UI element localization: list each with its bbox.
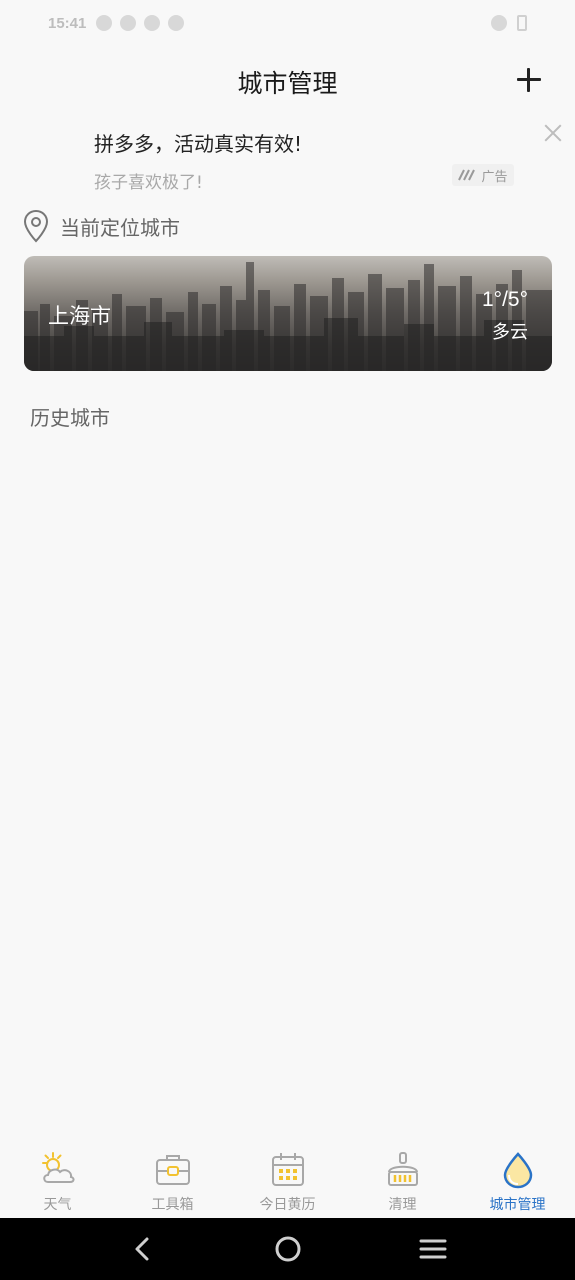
sun-cloud-icon xyxy=(41,1152,74,1183)
header: 城市管理 xyxy=(0,52,575,108)
city-temperature: 1°/5° xyxy=(482,288,528,311)
city-condition: 多云 xyxy=(492,322,528,343)
back-icon[interactable] xyxy=(126,1232,160,1266)
broom-icon xyxy=(387,1152,418,1186)
ad-subtitle: 孩子喜欢极了! xyxy=(94,173,203,193)
location-pin-icon xyxy=(23,209,49,243)
ad-badge-label: 广告 xyxy=(481,169,508,185)
tab-label: 城市管理 xyxy=(489,1197,546,1213)
bottom-tab-bar: 天气 工具箱 今日黄历 清理 城市管理 xyxy=(0,1140,575,1218)
close-icon[interactable] xyxy=(542,122,564,144)
status-notification-icons xyxy=(96,15,185,31)
page-title: 城市管理 xyxy=(237,69,338,98)
ad-logo-icon xyxy=(458,169,476,181)
status-bar: 15:41 xyxy=(0,0,575,46)
city-name: 上海市 xyxy=(48,304,111,328)
history-cities-label: 历史城市 xyxy=(30,406,110,430)
current-city-card[interactable]: 上海市 1°/5° 多云 xyxy=(24,256,552,371)
notification-icon xyxy=(144,15,161,31)
notification-icon xyxy=(96,15,113,31)
tab-label: 工具箱 xyxy=(151,1197,194,1213)
tab-city-management[interactable]: 城市管理 xyxy=(460,1140,575,1218)
battery-icon xyxy=(517,15,527,31)
calendar-icon xyxy=(271,1153,304,1186)
ad-banner[interactable]: 拼多多，活动真实有效! 孩子喜欢极了! 广告 xyxy=(0,118,575,198)
add-city-button[interactable] xyxy=(513,64,545,96)
menu-icon[interactable] xyxy=(416,1232,450,1266)
tab-label: 清理 xyxy=(388,1197,417,1213)
current-location-header: 当前定位城市 xyxy=(22,208,180,244)
notification-icon xyxy=(120,15,137,31)
status-time: 15:41 xyxy=(48,14,87,32)
tab-clean[interactable]: 清理 xyxy=(345,1140,460,1218)
notification-icon xyxy=(168,15,185,31)
tab-toolbox[interactable]: 工具箱 xyxy=(115,1140,230,1218)
toolbox-icon xyxy=(155,1155,190,1185)
tab-label: 今日黄历 xyxy=(259,1197,316,1213)
ad-title: 拼多多，活动真实有效! xyxy=(94,132,303,156)
wifi-icon xyxy=(491,15,507,31)
home-icon[interactable] xyxy=(271,1232,305,1266)
tab-label: 天气 xyxy=(43,1197,72,1213)
system-nav-bar xyxy=(0,1218,575,1280)
water-drop-icon xyxy=(503,1152,532,1189)
current-location-label: 当前定位城市 xyxy=(60,215,180,240)
status-system-icons xyxy=(491,15,527,31)
tab-weather[interactable]: 天气 xyxy=(0,1140,115,1218)
ad-badge: 广告 xyxy=(452,164,514,186)
tab-almanac[interactable]: 今日黄历 xyxy=(230,1140,345,1218)
